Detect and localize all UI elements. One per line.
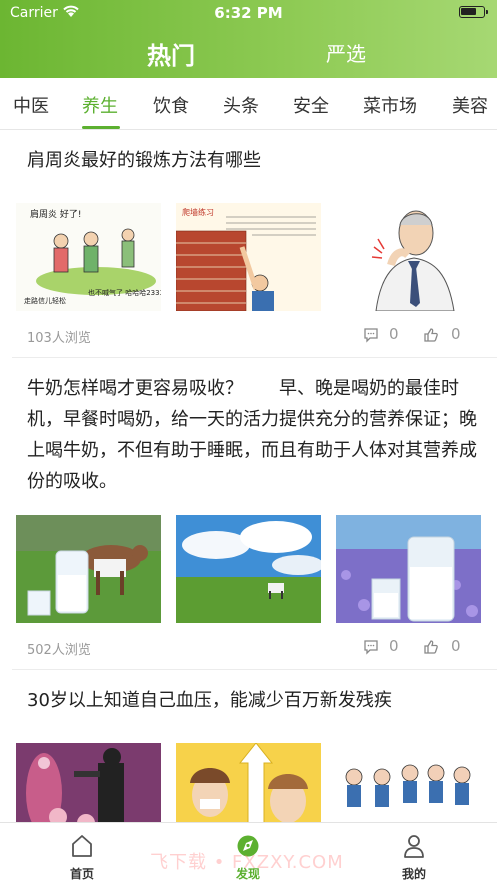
article-thumbnails [16,515,481,625]
category-tab-market[interactable]: 菜市场 [363,92,417,118]
article-image[interactable] [336,515,481,623]
comment-icon[interactable] [363,639,379,655]
like-count: 0 [451,637,461,655]
article-thumbnails: 肩周炎 好了! 走路信儿轻松 也不喊气了 哈哈哈233333 爬墙练习 [16,203,481,313]
article-actions: 0 0 [363,637,483,657]
tab-hot[interactable]: 热门 [147,36,195,71]
article-title[interactable]: 30岁以上知道自己血压，能减少百万新发残疾 [27,685,477,716]
tab-profile-label: 我的 [401,867,426,881]
divider [12,357,497,358]
category-tab-diet[interactable]: 饮食 [153,92,189,118]
article-card[interactable]: 30岁以上知道自己血压，能减少百万新发残疾 [0,669,497,822]
thumb-caption: 肩周炎 好了! [30,208,81,220]
article-image[interactable] [176,515,321,623]
status-bar: Carrier 6:32 PM [0,0,497,26]
article-title[interactable]: 肩周炎最好的锻炼方法有哪些 [27,145,477,176]
clock: 6:32 PM [214,4,283,22]
category-tabs: 中医 养生 饮食 头条 安全 菜市场 美容 [0,78,497,130]
article-image[interactable] [16,515,161,623]
article-actions: 0 0 [363,325,483,345]
article-title[interactable]: 牛奶怎样喝才更容易吸收？ 早、晚是喝奶的最佳时机，早餐时喝奶，给一天的活力提供充… [27,373,477,497]
active-category-indicator [82,126,120,129]
category-tab-tcm[interactable]: 中医 [13,92,49,118]
article-image[interactable] [16,743,161,822]
tab-profile[interactable]: 我的 [374,823,454,884]
article-image[interactable] [176,743,321,822]
profile-icon [404,835,424,858]
comment-icon[interactable] [363,327,379,343]
like-icon[interactable] [423,327,439,343]
article-thumbnails [16,743,481,822]
like-count: 0 [451,325,461,343]
battery-icon [459,6,488,18]
article-card[interactable]: 牛奶怎样喝才更容易吸收？ 早、晚是喝奶的最佳时机，早餐时喝奶，给一天的活力提供充… [0,359,497,670]
thumb-text: 走路信儿轻松 [24,296,66,305]
tab-home-label: 首页 [69,867,94,881]
watermark: 飞下载 • FXZXY.COM [150,852,344,873]
article-image[interactable]: 爬墙练习 [176,203,321,311]
thumb-caption: 爬墙练习 [182,207,214,217]
view-count: 103人浏览 [27,331,91,346]
category-tab-safety[interactable]: 安全 [293,92,329,118]
view-count: 502人浏览 [27,643,91,658]
tab-selected[interactable]: 严选 [326,38,366,67]
comment-count: 0 [389,637,399,655]
tab-home[interactable]: 首页 [42,823,122,884]
category-tab-health[interactable]: 养生 [82,92,118,118]
article-image[interactable] [336,743,481,822]
comment-count: 0 [389,325,399,343]
thumb-text: 也不喊气了 哈哈哈233333 [88,288,161,297]
category-tab-beauty[interactable]: 美容 [452,92,488,118]
like-icon[interactable] [423,639,439,655]
category-tab-headlines[interactable]: 头条 [223,92,259,118]
article-image[interactable] [336,203,481,311]
article-image[interactable]: 肩周炎 好了! 走路信儿轻松 也不喊气了 哈哈哈233333 [16,203,161,311]
article-card[interactable]: 肩周炎最好的锻炼方法有哪些 肩周炎 好了! 走路信儿轻松 也不喊气了 哈哈哈23… [0,131,497,359]
home-icon [72,835,92,857]
